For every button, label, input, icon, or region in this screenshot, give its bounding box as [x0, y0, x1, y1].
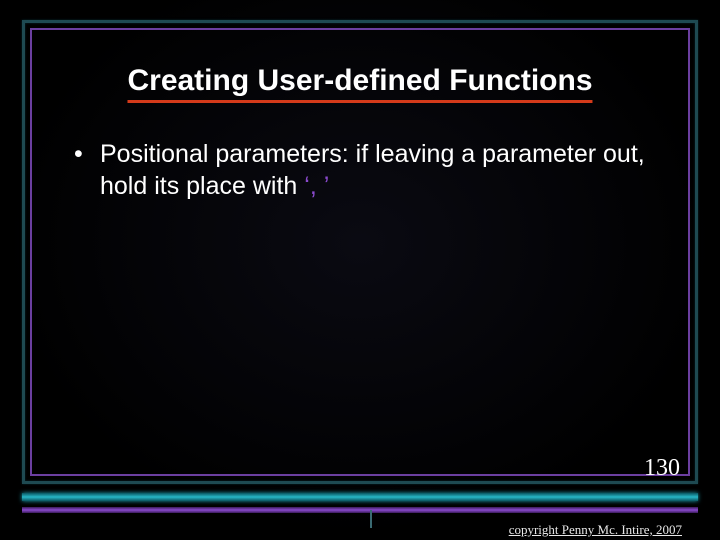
bullet-list: Positional parameters: if leaving a para… — [70, 138, 660, 202]
bottom-tick — [370, 510, 372, 528]
slide-body: Positional parameters: if leaving a para… — [70, 138, 660, 202]
teal-bar — [22, 493, 698, 501]
bottom-accent — [22, 493, 698, 521]
bullet-item: Positional parameters: if leaving a para… — [70, 138, 660, 202]
page-number: 130 — [644, 455, 680, 482]
bullet-token: ‘, ’ — [304, 172, 329, 200]
slide-title: Creating User-defined Functions — [127, 64, 592, 103]
slide: Creating User-defined Functions Position… — [0, 0, 720, 540]
purple-bar — [22, 507, 698, 513]
bullet-text-before: Positional parameters: if leaving a para… — [100, 140, 645, 200]
copyright-text: copyright Penny Mc. Intire, 2007 — [509, 522, 682, 540]
